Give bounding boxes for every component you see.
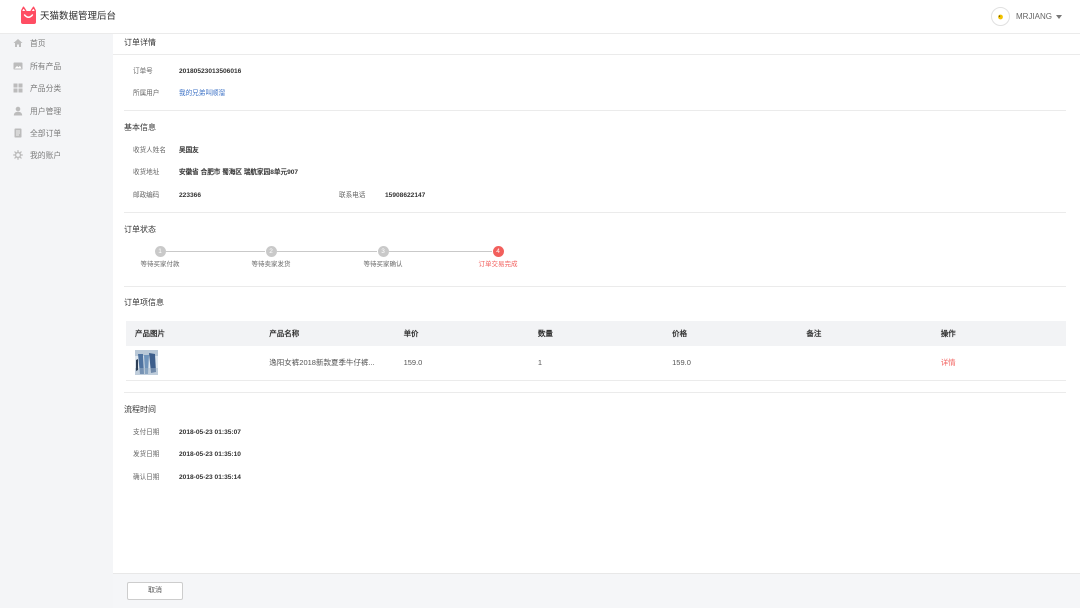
order-status-title: 订单状态: [124, 225, 156, 234]
column-header-image: 产品图片: [126, 321, 261, 346]
action-cell: 详情: [931, 346, 1066, 381]
step-number: 2: [265, 246, 277, 257]
basic-info-title: 基本信息: [124, 123, 156, 132]
divider: [124, 286, 1066, 287]
receiver-label: 收货人姓名: [133, 147, 166, 154]
order-number-label: 订单号: [133, 68, 153, 75]
caret-down-icon: [1056, 14, 1062, 19]
pay-date-label: 支付日期: [133, 429, 160, 436]
sidebar-item-orders[interactable]: 全部订单: [0, 124, 113, 142]
address-value: 安徽省 合肥市 蜀海区 瑞航家园8单元907: [179, 169, 299, 176]
unit-price: 159.0: [394, 346, 529, 381]
step-number: 3: [377, 246, 389, 257]
step-label: 等待买家确认: [363, 261, 403, 268]
step-number: 4: [492, 246, 504, 257]
avatar-icon: [991, 7, 1010, 26]
column-header-note: 备注: [797, 321, 932, 346]
divider: [124, 212, 1066, 213]
sidebar-item-label: 用户管理: [30, 106, 62, 116]
sidebar-item-home[interactable]: 首页: [0, 34, 113, 52]
sidebar-item-users[interactable]: 用户管理: [0, 102, 113, 120]
column-header-action: 操作: [931, 321, 1066, 346]
owner-label: 所属用户: [133, 90, 160, 97]
user-menu-dropdown[interactable]: MRJIANG: [991, 7, 1062, 26]
step-label: 等待买家付款: [140, 261, 180, 268]
user-name: MRJIANG: [1016, 12, 1052, 21]
sidebar: 首页 所有产品 产品分类 用户管理 全部订单 我的账户: [0, 34, 113, 608]
top-header: 天猫数据管理后台 MRJIANG: [0, 0, 1080, 34]
divider: [113, 54, 1080, 55]
sidebar-item-label: 产品分类: [30, 83, 62, 93]
sidebar-item-label: 所有产品: [30, 61, 62, 71]
timeline-title: 流程时间: [124, 405, 156, 414]
product-name: 逸阳女裤2018新款夏季牛仔裤...: [260, 346, 395, 381]
product-thumbnail: [135, 350, 158, 376]
column-header-quantity: 数量: [528, 321, 664, 346]
phone-label: 联系电话: [339, 192, 366, 199]
page-title: 订单详情: [124, 38, 156, 47]
product-image-cell: [126, 346, 261, 381]
image-icon: [13, 62, 23, 70]
confirm-date-label: 确认日期: [133, 474, 160, 481]
column-header-name: 产品名称: [260, 321, 395, 346]
step-connector: [389, 251, 492, 252]
step-number: 1: [154, 246, 166, 257]
sidebar-item-account[interactable]: 我的账户: [0, 146, 113, 164]
user-icon: [13, 106, 23, 116]
step-connector: [166, 251, 265, 252]
step-label: 等待卖家发货: [251, 261, 291, 268]
action-footer: 取消: [113, 573, 1080, 608]
detail-link[interactable]: 详情: [941, 358, 956, 367]
owner-link[interactable]: 我的兄弟叫顺溜: [179, 88, 225, 100]
quantity: 1: [528, 346, 664, 381]
postcode-label: 邮政编码: [133, 192, 160, 199]
divider: [124, 110, 1066, 111]
pay-date-value: 2018-05-23 01:35:07: [179, 429, 241, 436]
divider: [124, 392, 1066, 393]
sidebar-item-label: 首页: [30, 38, 46, 48]
cancel-button[interactable]: 取消: [127, 582, 183, 600]
order-number-value: 20180523013506016: [179, 68, 242, 75]
grid-icon: [13, 83, 23, 93]
document-icon: [14, 128, 22, 138]
order-status-steps: 1 2 3 4 等待买家付款 等待卖家发货 等待买家确认 订单交易完成: [113, 246, 633, 276]
phone-value: 15908622147: [385, 192, 426, 199]
table-row: 逸阳女裤2018新款夏季牛仔裤... 159.0 1 159.0 详情: [126, 346, 1066, 381]
app-title: 天猫数据管理后台: [40, 11, 117, 22]
step-label: 订单交易完成: [478, 261, 518, 268]
address-label: 收货地址: [133, 169, 160, 176]
order-items-title: 订单项信息: [124, 298, 164, 307]
table-header-row: 产品图片 产品名称 单价 数量 价格 备注 操作: [126, 321, 1066, 346]
note: [797, 346, 932, 381]
sidebar-item-all-products[interactable]: 所有产品: [0, 57, 113, 75]
order-detail-panel: 订单详情 订单号 20180523013506016 所属用户 我的兄弟叫顺溜 …: [113, 34, 1080, 573]
step-connector: [277, 251, 377, 252]
sidebar-item-label: 全部订单: [30, 128, 62, 138]
delivery-date-value: 2018-05-23 01:35:10: [179, 451, 241, 458]
column-header-price: 价格: [663, 321, 798, 346]
receiver-value: 吴国友: [179, 147, 199, 154]
gear-icon: [13, 150, 23, 160]
postcode-value: 223366: [179, 192, 202, 199]
confirm-date-value: 2018-05-23 01:35:14: [179, 474, 241, 481]
sidebar-item-label: 我的账户: [30, 150, 62, 160]
home-icon: [13, 39, 23, 47]
price: 159.0: [663, 346, 798, 381]
column-header-unit-price: 单价: [394, 321, 529, 346]
delivery-date-label: 发货日期: [133, 451, 160, 458]
shopping-bag-icon: [20, 6, 37, 24]
order-items-table: 产品图片 产品名称 单价 数量 价格 备注 操作 逸阳女裤2018新款夏季牛仔裤…: [126, 321, 1066, 381]
sidebar-item-categories[interactable]: 产品分类: [0, 79, 113, 97]
